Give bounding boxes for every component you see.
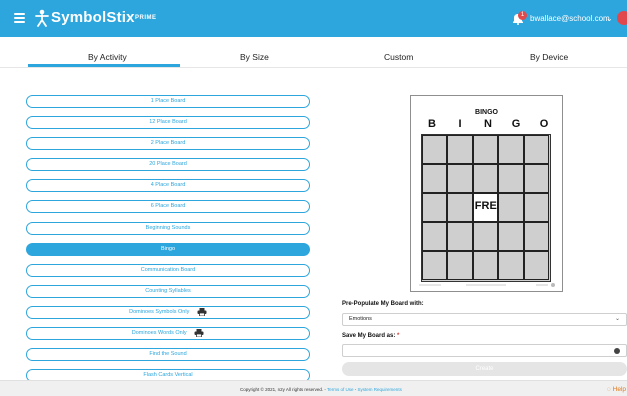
bingo-cell [472,222,499,251]
system-requirements-link[interactable]: System Requirements [358,387,402,392]
bingo-cell [447,164,473,193]
user-email[interactable]: bwallace@school.com [530,14,610,23]
copyright-text: Copyright © 2021, n2y All rights reserve… [240,387,402,392]
save-as-label: Save My Board as: * [342,333,400,339]
bingo-cell [422,164,448,193]
bingo-cell [447,193,473,222]
footer: Copyright © 2021, n2y All rights reserve… [0,380,627,396]
bingo-cell [447,135,473,164]
top-bar: SymbolStix PRIME 1 bwallace@school.com ⌄ [0,0,627,37]
bingo-cell [472,135,499,164]
avatar[interactable] [617,11,627,25]
bingo-cell [422,222,448,251]
bingo-grid: FREE! [421,134,551,282]
activity-item[interactable]: 6 Place Board [26,200,310,213]
bingo-cell [472,164,499,193]
bingo-cell [422,251,448,280]
activity-item[interactable]: 12 Place Board [26,116,310,129]
activity-item[interactable]: 1 Place Board [26,95,310,108]
bingo-cell [523,164,549,193]
menu-icon[interactable] [14,13,25,23]
bingo-cell [498,251,524,280]
activity-item-selected[interactable]: Bingo [26,243,310,256]
board-title: BINGO [475,109,498,116]
terms-link[interactable]: Terms of Use [327,387,354,392]
bingo-cell [523,193,549,222]
prepopulate-select[interactable]: Emotions ⌄ [342,313,627,326]
bingo-cell [523,135,549,164]
activity-item[interactable]: Find the Sound [26,348,310,361]
save-as-input[interactable] [342,344,627,357]
bingo-cell [472,251,499,280]
bingo-letter: B [428,118,436,130]
activity-item[interactable]: 4 Place Board [26,179,310,192]
bingo-letter: I [458,118,462,130]
chevron-down-icon[interactable]: ⌄ [606,14,613,23]
tab-by-activity[interactable]: By Activity [88,52,127,62]
activity-item[interactable]: Dominoes Words Only [26,327,310,340]
bingo-cell [422,135,448,164]
printer-icon[interactable] [197,307,207,316]
bingo-letter: O [539,118,549,130]
preview-footer [419,283,555,287]
brand-tier: PRIME [135,15,157,21]
tab-by-size[interactable]: By Size [240,52,269,62]
tab-custom[interactable]: Custom [384,52,413,62]
help-button[interactable]: ◌ Help [607,386,626,393]
bingo-cell [498,222,524,251]
printer-icon[interactable] [194,328,204,337]
bingo-cell [523,251,549,280]
bingo-cell [523,222,549,251]
activity-item[interactable]: Beginning Sounds [26,222,310,235]
bingo-cell [498,135,524,164]
free-cell: FREE! [472,193,508,222]
bingo-cell [498,164,524,193]
brand-logo[interactable]: SymbolStix [51,9,135,26]
activity-item[interactable]: Counting Syllables [26,285,310,298]
prepopulate-value: Emotions [349,316,372,322]
chevron-down-icon: ⌄ [614,316,620,322]
divider [0,67,627,68]
info-icon[interactable] [614,348,620,354]
bingo-letter: G [511,118,521,130]
bingo-letter: N [484,118,492,130]
board-preview: BINGO B I N G O FREE! [410,95,563,292]
activity-item[interactable]: Dominoes Symbols Only [26,306,310,319]
logo-figure-icon [35,9,49,27]
activity-item[interactable]: 20 Place Board [26,158,310,171]
create-button[interactable]: Create [342,362,627,376]
bingo-cell [447,222,473,251]
prepopulate-label: Pre-Populate My Board with: [342,301,424,307]
activity-item[interactable]: Communication Board [26,264,310,277]
activity-item[interactable]: 2 Place Board [26,137,310,150]
bingo-cell [498,193,524,222]
tab-by-device[interactable]: By Device [530,52,568,62]
bingo-cell [447,251,473,280]
bingo-cell [422,193,448,222]
notification-badge: 1 [518,11,527,20]
